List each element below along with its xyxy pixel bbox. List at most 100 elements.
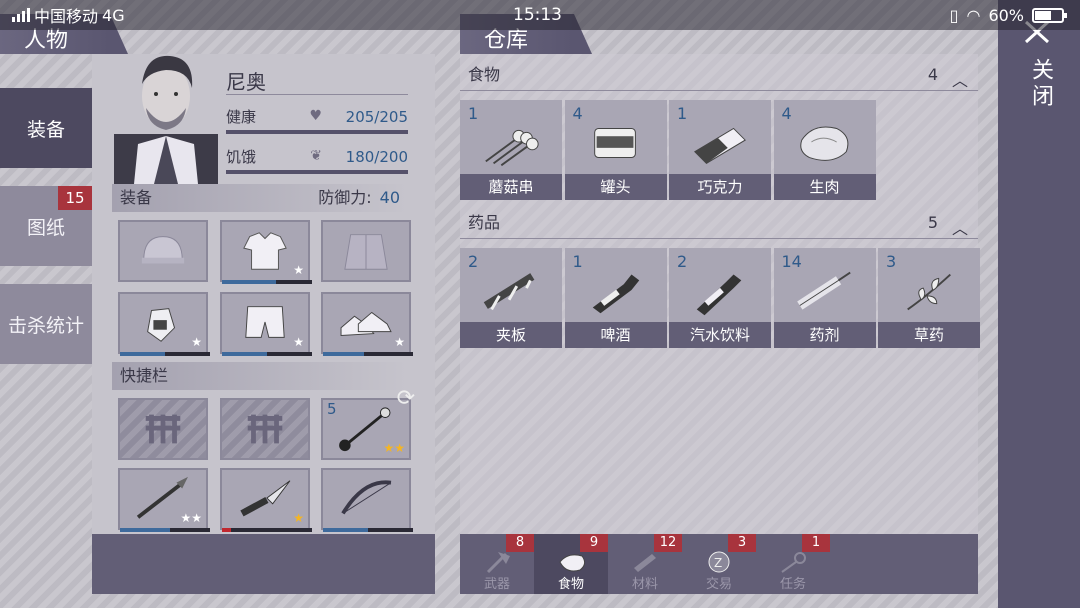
warehouse-item[interactable]: 2 汽水饮料 — [669, 248, 771, 348]
warehouse-item[interactable]: 1 蘑菇串 — [460, 100, 562, 200]
category-medicine-name: 药品 — [468, 213, 501, 232]
equipment-slot[interactable]: ★ — [220, 220, 312, 284]
bottom-tab[interactable]: 8 武器 — [460, 534, 534, 594]
warehouse-item[interactable]: 1 啤酒 — [564, 248, 667, 348]
item-quantity: 3 — [886, 252, 897, 271]
warehouse-item[interactable]: 4 罐头 — [564, 100, 667, 200]
warehouse-item[interactable]: 1 巧克力 — [669, 100, 771, 200]
bottom-tab[interactable]: 9 食物 — [534, 534, 608, 594]
category-food-count: 4 — [927, 65, 938, 84]
tab-badge: 1 — [802, 534, 830, 552]
hunger-bar — [226, 170, 408, 174]
food-divider — [460, 90, 978, 91]
axe-icon — [486, 552, 510, 574]
close-column: 关闭 — [998, 0, 1080, 608]
quickbar-label: 快捷栏 — [120, 366, 169, 385]
durability-bar — [120, 352, 210, 356]
blueprints-badge: 15 — [58, 186, 92, 210]
quickbar-slot[interactable]: ★ — [220, 468, 312, 532]
carrier-label: 中国移动 — [34, 7, 99, 26]
item-quantity: 1 — [677, 104, 688, 123]
hunger-label: 饥饿 — [226, 148, 257, 166]
warehouse-item[interactable]: 2 夹板 — [460, 248, 562, 348]
character-panel: 尼奥 健康 ♥ 205/205 饥饿 ❦ 180/200 装备 防御力: 40 ★… — [92, 54, 435, 594]
character-name: 尼奥 — [226, 70, 266, 94]
raw-meat-icon — [799, 126, 848, 161]
quickbar-slot[interactable]: ★★ — [118, 468, 210, 532]
warehouse-item[interactable]: 3 草药 — [878, 248, 980, 348]
health-value: 205/205 — [345, 108, 408, 126]
item-name: 生肉 — [773, 174, 876, 200]
key-icon — [781, 552, 806, 573]
nav-equipment[interactable]: 装备 — [0, 88, 92, 168]
item-quantity: 1 — [572, 252, 583, 271]
tab-warehouse-label: 仓库 — [484, 28, 529, 53]
category-medicine-header[interactable]: 药品 5 ︿ — [460, 208, 978, 238]
locked-quickbar-slot[interactable] — [118, 398, 208, 460]
nav-blueprints[interactable]: 图纸 15 — [0, 186, 92, 266]
equipment-section-label: 装备 防御力: 40 — [112, 184, 408, 212]
item-name: 啤酒 — [564, 322, 667, 348]
locked-quickbar-slot[interactable] — [220, 398, 310, 460]
network-label: 4G — [102, 5, 125, 25]
item-quantity: 2 — [677, 252, 688, 271]
star-rating: ★★ — [180, 511, 202, 525]
durability-bar — [222, 280, 312, 284]
character-portrait — [114, 55, 218, 184]
category-food-header[interactable]: 食物 4 ︿ — [460, 60, 978, 90]
locked-slot-icon — [145, 414, 181, 444]
nav-blueprints-label: 图纸 — [26, 216, 65, 239]
durability-bar — [222, 352, 312, 356]
bottom-tab[interactable]: 1 任务 — [756, 534, 830, 594]
item-name: 蘑菇串 — [460, 174, 562, 200]
locked-slot-icon — [247, 414, 283, 444]
helmet-icon — [141, 236, 185, 264]
swap-icon[interactable]: ⟳ — [397, 386, 415, 411]
warehouse-item[interactable]: 14 药剂 — [773, 248, 876, 348]
star-rating: ★ — [293, 263, 304, 277]
nav-equipment-label: 装备 — [26, 118, 65, 141]
bottom-tab[interactable]: Z 3 交易 — [682, 534, 756, 594]
item-count: 5 — [327, 400, 337, 418]
star-rating: ★ — [293, 335, 304, 349]
beer-icon — [592, 274, 639, 314]
equipment-slot[interactable] — [118, 220, 208, 282]
character-bottom-bar — [92, 534, 435, 594]
tab-label: 任务 — [779, 577, 806, 592]
svg-text:Z: Z — [714, 556, 722, 570]
syringe-icon — [796, 271, 851, 310]
herb-icon — [907, 273, 951, 311]
equipment-slot[interactable]: ★ — [321, 292, 413, 356]
item-quantity: 2 — [468, 252, 479, 271]
close-button[interactable]: 关闭 — [1024, 58, 1056, 110]
chevron-up-icon[interactable]: ︿ — [952, 214, 968, 244]
item-name: 汽水饮料 — [669, 322, 771, 348]
jacket-icon — [344, 234, 388, 270]
nav-kill-stats[interactable]: 击杀统计 — [0, 284, 92, 364]
bottom-tab[interactable]: 12 材料 — [608, 534, 682, 594]
warehouse-item[interactable]: 4 生肉 — [773, 100, 876, 200]
shoes-icon — [340, 311, 392, 336]
coin-icon: Z — [708, 551, 730, 573]
item-name: 药剂 — [773, 322, 876, 348]
tab-label: 材料 — [631, 577, 658, 592]
quickbar-slot[interactable] — [321, 468, 413, 532]
defense-value: 40 — [379, 188, 400, 207]
battery-icon — [1032, 7, 1067, 23]
shirt-icon — [243, 232, 287, 270]
can-icon — [593, 127, 636, 159]
name-divider — [226, 94, 408, 95]
quickbar-slot[interactable]: 5 ⟳ ★★ — [321, 386, 415, 460]
knife-icon — [240, 480, 291, 517]
star-rating: ★ — [191, 335, 202, 349]
equipment-slot[interactable]: ★ — [118, 292, 210, 356]
star-rating: ★★ — [383, 441, 405, 455]
tab-badge: 9 — [580, 534, 608, 552]
chevron-up-icon[interactable]: ︿ — [952, 66, 968, 96]
item-name: 巧克力 — [669, 174, 771, 200]
splint-icon — [483, 273, 535, 311]
equipment-slot[interactable] — [321, 220, 411, 282]
battery-percent: 60% — [988, 5, 1024, 25]
tab-character-label: 人物 — [24, 28, 69, 53]
equipment-slot[interactable]: ★ — [220, 292, 312, 356]
